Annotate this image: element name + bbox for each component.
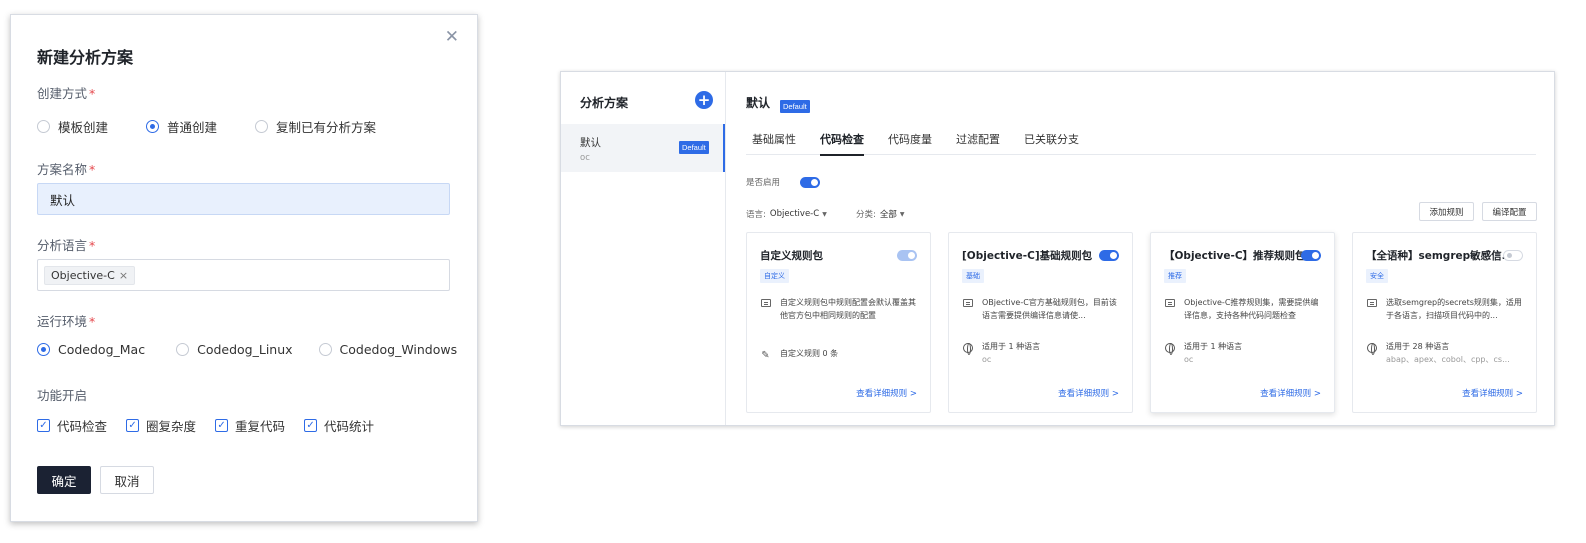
card-tag: 推荐 <box>1164 269 1186 283</box>
checkbox-duplicate-code[interactable]: ✓ 重复代码 <box>215 416 285 435</box>
radio-dot[interactable] <box>37 343 50 356</box>
close-icon[interactable]: ✕ <box>445 29 459 46</box>
rule-pack-card-basic[interactable]: [Objective-C]基础规则包 基础 OBjective-C官方基础规则包… <box>948 232 1133 413</box>
new-analysis-plan-dialog: ✕ 新建分析方案 创建方式 * 模板创建 普通创建 复制已有分析方案 方案名称 * … <box>10 14 478 522</box>
check-icon[interactable]: ✓ <box>304 419 318 432</box>
tab-basic-properties[interactable]: 基础属性 <box>752 131 796 155</box>
analysis-language-select[interactable]: Objective-C × <box>37 259 450 291</box>
chevron-down-icon: ▼ <box>822 210 827 218</box>
tab-filter-config[interactable]: 过滤配置 <box>956 131 1000 155</box>
view-rules-link[interactable]: 查看详细规则 > <box>856 387 917 399</box>
enable-label: 是否启用 <box>746 178 781 188</box>
plan-tabs: 基础属性 代码检查 代码度量 过滤配置 已关联分支 <box>746 131 1536 156</box>
card-title: 【全语种】semgrep敏感信... <box>1366 250 1514 262</box>
card-description: OBjective-C官方基础规则包，目前该语言需要提供编译信息请使... <box>982 298 1117 320</box>
radio-copy-existing[interactable]: 复制已有分析方案 <box>255 117 376 136</box>
chevron-down-icon: ▼ <box>899 210 905 218</box>
confirm-button[interactable]: 确定 <box>37 466 91 494</box>
create-mode-label: 创建方式 * <box>37 86 96 101</box>
create-mode-radio-group: 模板创建 普通创建 复制已有分析方案 <box>37 117 376 136</box>
card-description: 自定义规则包中规则配置会默认覆盖其他官方包中相同规则的配置 <box>780 298 916 320</box>
add-plan-button[interactable]: + <box>695 91 713 109</box>
sidebar-item-name: 默认 <box>580 137 601 149</box>
globe-icon <box>1164 343 1175 355</box>
radio-dot[interactable] <box>255 120 269 133</box>
plan-title: 默认 <box>746 96 771 110</box>
card-info: 自定义规则 0 条 <box>780 349 839 358</box>
document-icon <box>760 299 771 310</box>
rule-pack-card-custom[interactable]: 自定义规则包 自定义 自定义规则包中规则配置会默认覆盖其他官方包中相同规则的配置… <box>746 232 931 413</box>
default-badge: Default <box>780 100 810 113</box>
document-icon <box>1366 299 1377 310</box>
radio-codedog-mac[interactable]: Codedog_Mac <box>37 342 145 357</box>
checkbox-code-check[interactable]: ✓ 代码检查 <box>37 416 107 435</box>
card-info: 适用于 1 种语言 oc <box>1184 342 1243 364</box>
checkbox-cyclomatic-complexity[interactable]: ✓ 圈复杂度 <box>126 416 196 435</box>
check-icon[interactable]: ✓ <box>126 419 140 432</box>
add-rule-button[interactable]: 添加规则 <box>1419 202 1474 221</box>
card-toggle[interactable] <box>897 250 917 261</box>
card-toggle[interactable] <box>1301 250 1321 261</box>
card-info: 适用于 1 种语言 oc <box>982 342 1041 364</box>
runtime-env-radio-group: Codedog_Mac Codedog_Linux Codedog_Window… <box>37 342 457 357</box>
tab-code-check[interactable]: 代码检查 <box>820 131 864 156</box>
checkbox-code-stats[interactable]: ✓ 代码统计 <box>304 416 374 435</box>
view-rules-link[interactable]: 查看详细规则 > <box>1058 387 1119 399</box>
radio-template-create[interactable]: 模板创建 <box>37 117 108 136</box>
radio-codedog-linux[interactable]: Codedog_Linux <box>176 342 293 357</box>
card-tag: 基础 <box>962 269 984 283</box>
enable-toggle[interactable] <box>800 177 820 188</box>
globe-icon <box>1366 343 1377 355</box>
card-tag: 自定义 <box>760 269 789 283</box>
edit-icon: ✎ <box>761 350 770 361</box>
cancel-button[interactable]: 取消 <box>100 466 154 494</box>
card-tag: 安全 <box>1366 269 1388 283</box>
rule-pack-card-semgrep[interactable]: 【全语种】semgrep敏感信... 安全 选取semgrep的secrets规… <box>1352 232 1537 413</box>
features-label: 功能开启 <box>37 388 88 403</box>
sidebar-item-sub: oc <box>580 153 590 163</box>
tab-code-metrics[interactable]: 代码度量 <box>888 131 932 155</box>
radio-normal-create[interactable]: 普通创建 <box>146 117 217 136</box>
plan-name-label: 方案名称 * <box>37 162 96 177</box>
default-badge: Default <box>679 141 709 154</box>
radio-dot[interactable] <box>176 343 190 356</box>
card-title: 自定义规则包 <box>760 250 823 262</box>
radio-dot[interactable] <box>37 120 50 133</box>
remove-tag-icon[interactable]: × <box>119 269 128 282</box>
card-description: 选取semgrep的secrets规则集，适用于各语言，扫描项目代码中的... <box>1386 298 1522 320</box>
tab-linked-branches[interactable]: 已关联分支 <box>1024 131 1079 155</box>
analysis-plan-panel: 分析方案 + 默认 oc Default 默认 Default 基础属性 代码检… <box>560 71 1555 426</box>
rule-pack-card-recommended[interactable]: 【Objective-C】推荐规则包 推荐 Objective-C推荐规则集，需… <box>1150 232 1335 413</box>
sidebar-item-default[interactable]: 默认 oc Default <box>561 124 725 172</box>
radio-codedog-windows[interactable]: Codedog_Windows <box>318 342 457 357</box>
card-title: 【Objective-C】推荐规则包 <box>1164 250 1306 262</box>
features-checkbox-group: ✓ 代码检查 ✓ 圈复杂度 ✓ 重复代码 ✓ 代码统计 <box>37 416 374 435</box>
view-rules-link[interactable]: 查看详细规则 > <box>1260 387 1321 399</box>
language-tag: Objective-C × <box>44 265 136 285</box>
globe-icon <box>962 343 973 355</box>
card-title: [Objective-C]基础规则包 <box>962 250 1093 262</box>
analysis-language-label: 分析语言 * <box>37 238 96 253</box>
category-filter[interactable]: 分类: 全部 ▼ <box>856 208 905 220</box>
runtime-env-label: 运行环境 * <box>37 314 96 329</box>
check-icon[interactable]: ✓ <box>215 419 229 432</box>
check-icon[interactable]: ✓ <box>37 419 50 432</box>
card-info: 适用于 28 种语言 abap、apex、cobol、cpp、cs... <box>1386 342 1510 364</box>
radio-dot[interactable] <box>318 343 332 356</box>
language-filter[interactable]: 语言: Objective-C ▼ <box>746 208 827 220</box>
plan-sidebar: 分析方案 + 默认 oc Default <box>561 72 726 425</box>
radio-dot[interactable] <box>146 120 160 133</box>
card-toggle[interactable] <box>1099 250 1119 261</box>
card-toggle[interactable] <box>1503 250 1523 261</box>
dialog-title: 新建分析方案 <box>37 48 134 67</box>
document-icon <box>962 299 973 310</box>
view-rules-link[interactable]: 查看详细规则 > <box>1462 387 1523 399</box>
document-icon <box>1164 299 1175 310</box>
plan-name-input[interactable]: 默认 <box>37 183 450 215</box>
card-description: Objective-C推荐规则集，需要提供编译信息，支持各种代码问题检查 <box>1184 298 1319 320</box>
compile-config-button[interactable]: 编译配置 <box>1482 202 1537 221</box>
sidebar-title: 分析方案 <box>580 96 629 110</box>
